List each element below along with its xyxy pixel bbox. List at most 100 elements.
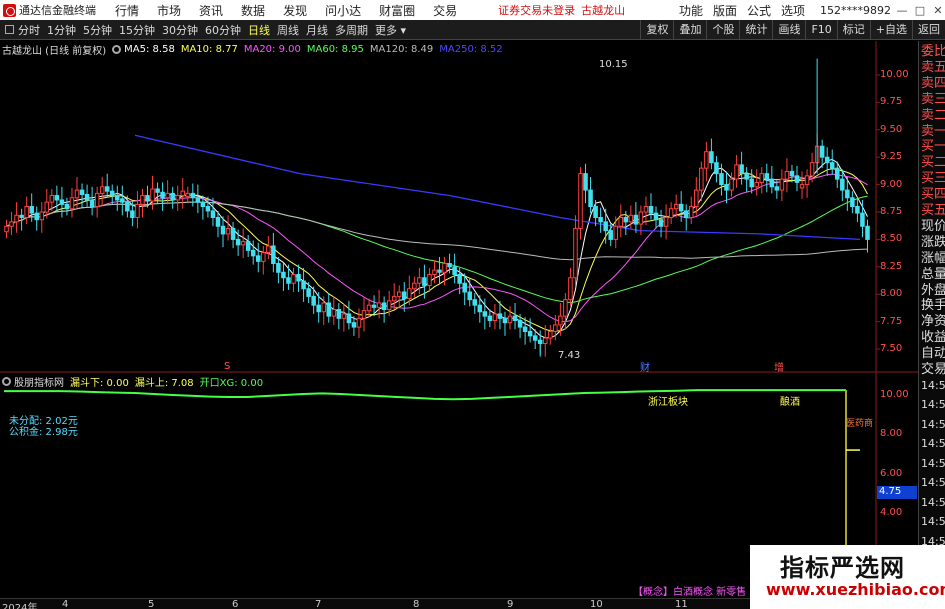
candle: [850, 197, 855, 208]
sidepanel-label: 卖三: [921, 91, 945, 107]
candle: [255, 255, 261, 262]
candle: [356, 317, 362, 328]
price-axis-label: 8.25: [880, 260, 903, 272]
sidepanel-label: 外盘: [921, 282, 945, 298]
candle: [9, 221, 14, 227]
candle: [195, 197, 201, 203]
date-label: 7: [315, 599, 322, 609]
price-axis-label: 8.75: [880, 206, 903, 217]
price-axis-label: 8.00: [880, 288, 903, 300]
candle: [855, 206, 860, 214]
sidepanel-label: 14:56: [921, 476, 945, 490]
candles: [4, 133, 870, 357]
candle: [115, 195, 120, 201]
candle: [845, 189, 850, 199]
candle: [527, 330, 533, 337]
watermark: 指标严选网 www.xuezhibiao.com: [750, 545, 945, 609]
sidepanel-label: 14:56: [921, 398, 945, 412]
candle: [719, 173, 724, 186]
sidepanel-label: 买五: [921, 203, 945, 218]
event-marker-finance[interactable]: 财: [640, 359, 650, 374]
candle: [724, 184, 729, 191]
candle: [225, 227, 231, 235]
candle: [185, 192, 191, 198]
sidepanel-label: 14:56: [921, 417, 945, 431]
pharma-label: 医药商: [846, 419, 874, 429]
candle: [673, 203, 679, 210]
sidepanel-label: 总量: [921, 266, 945, 282]
candle: [668, 208, 674, 218]
event-marker-s[interactable]: S: [224, 361, 230, 372]
candle: [633, 214, 639, 225]
sidepanel-label: 14:56: [921, 456, 945, 470]
candle: [482, 311, 488, 317]
candle: [205, 206, 211, 212]
candle: [865, 225, 870, 240]
candle: [432, 269, 437, 275]
candle: [109, 190, 115, 197]
candle: [135, 203, 140, 218]
candle: [804, 175, 810, 186]
candle: [200, 201, 206, 208]
candle: [49, 195, 55, 203]
date-label: 11: [675, 599, 688, 609]
price-axis-label: 7.75: [880, 315, 903, 327]
candle: [180, 190, 186, 197]
candle: [34, 212, 39, 221]
candle: [769, 178, 775, 188]
candle: [452, 266, 457, 275]
capital-reserve: 公积金: 2.98元: [9, 427, 78, 438]
ma20-line: [6, 173, 868, 323]
price-axis-label: 9.75: [880, 96, 903, 108]
event-marker-increase[interactable]: 增: [774, 359, 784, 374]
date-label: 10: [590, 599, 603, 609]
candle: [4, 225, 9, 233]
candle: [809, 162, 815, 177]
concept-bar[interactable]: 【概念】白酒概念 新零售 国: [633, 583, 759, 598]
candle: [341, 313, 347, 319]
candle: [125, 201, 130, 212]
candle: [54, 195, 60, 201]
ma10-line: [6, 168, 868, 332]
candle: [371, 304, 377, 308]
price-axis-label: 7.50: [880, 343, 903, 354]
candle: [819, 145, 825, 158]
candle: [628, 214, 634, 223]
candle: [331, 309, 337, 317]
candle: [472, 299, 478, 306]
candle: [462, 282, 467, 293]
candle: [140, 195, 145, 205]
candle: [658, 219, 664, 227]
candle: [215, 216, 221, 227]
watermark-title: 指标严选网: [780, 554, 905, 582]
candle: [492, 313, 498, 322]
candle: [291, 273, 296, 284]
sidepanel-label: 涨跌: [921, 234, 945, 250]
watermark-url: www.xuezhibiao.com: [766, 580, 945, 599]
candle: [19, 214, 24, 218]
candle: [784, 170, 790, 180]
candle: [568, 277, 573, 301]
candle: [608, 230, 613, 240]
candle: [145, 195, 150, 202]
kline-chart[interactable]: [0, 0, 918, 598]
date-label: 9: [507, 599, 514, 609]
candle: [497, 313, 503, 319]
candle: [391, 295, 397, 302]
high-price-label: 10.15: [599, 59, 628, 70]
candle: [709, 151, 714, 164]
sidepanel-label: 卖一: [921, 123, 945, 139]
funnel-green-line: [4, 389, 846, 401]
close-icon[interactable]: ✕: [931, 4, 945, 17]
candle: [361, 310, 367, 319]
candle: [603, 221, 608, 232]
sidepanel-label: 交易: [921, 362, 945, 377]
candle: [563, 299, 568, 317]
candle: [860, 212, 865, 227]
candle: [190, 192, 196, 199]
candle: [99, 186, 105, 194]
candle: [39, 211, 45, 221]
candle: [774, 186, 780, 191]
candle: [588, 189, 593, 208]
candle: [386, 300, 392, 311]
